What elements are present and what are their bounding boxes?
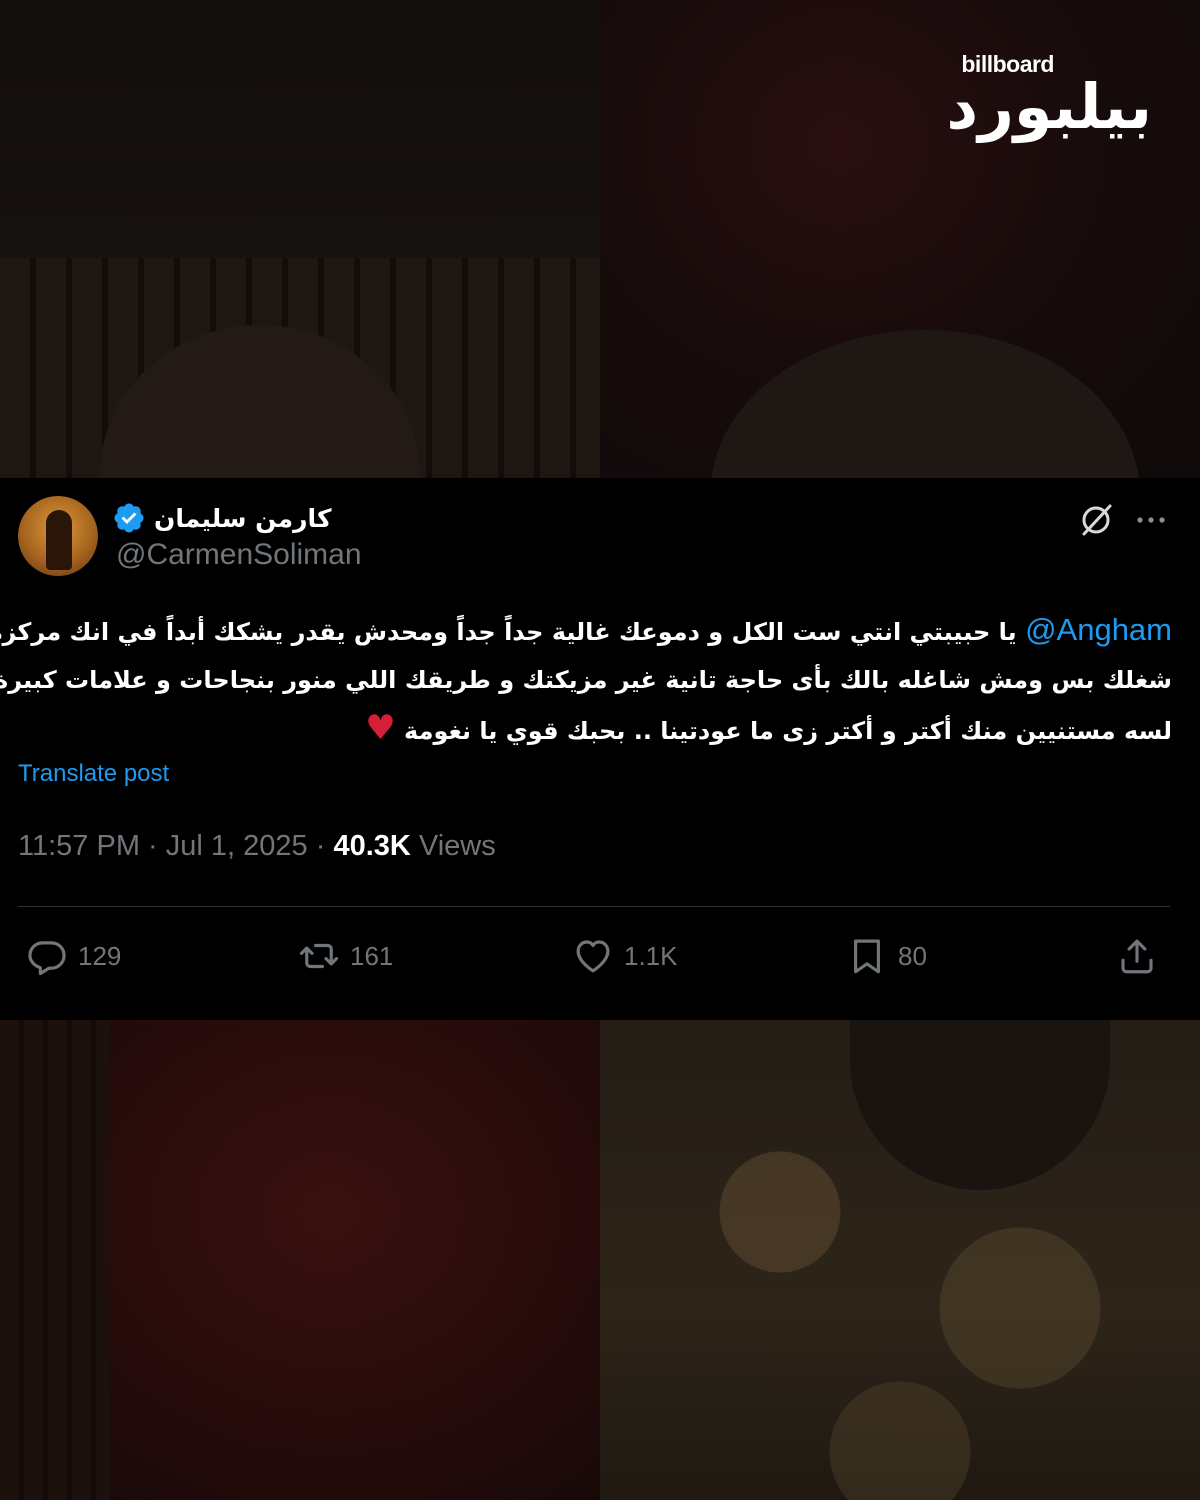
translate-post-link[interactable]: Translate post [18,760,169,788]
meta-separator: · [315,830,326,862]
mention-link[interactable]: @Angham [1025,612,1172,647]
tweet-text-line-1-content: يا حبيبتي انتي ست الكل و دموعك غالية جدا… [0,618,1017,646]
photo-top-left [0,0,600,625]
reply-button[interactable]: 129 [26,932,121,980]
tweet-text: @Angham يا حبيبتي انتي ست الكل و دموعك غ… [0,606,1172,755]
reply-count: 129 [78,940,122,971]
meta-separator: · [148,830,158,862]
tweet-date[interactable]: Jul 1, 2025 [166,830,308,862]
like-count: 1.1K [624,940,678,971]
tweet-text-line-3: لسه مستنيين منك أكتر و أكتر زى ما عودتين… [20,704,1172,755]
bookmark-icon [854,939,880,974]
author-handle[interactable]: @CarmenSoliman [116,538,362,572]
avatar[interactable] [18,496,98,576]
logo-arabic-text: بيلبورد [946,70,1154,143]
like-button[interactable]: 1.1K [572,932,678,980]
share-icon [1121,939,1153,974]
tweet-time[interactable]: 11:57 PM [18,830,140,862]
photo-bottom-right [600,1020,1200,1500]
reply-icon [28,941,66,976]
heart-icon [576,940,610,973]
grok-icon[interactable] [1076,500,1116,540]
tweet-text-line-3-content: لسه مستنيين منك أكتر و أكتر زى ما عودتين… [404,717,1172,745]
photo-bottom-left [0,1020,600,1500]
retweet-count: 161 [350,940,394,971]
share-button[interactable] [1116,932,1158,980]
bookmark-button[interactable]: 80 [846,932,927,980]
author-name-row[interactable]: كارمن سليمان [112,498,331,538]
tweet-metadata: 11:57 PM · Jul 1, 2025 · 40.3K Views [18,830,496,863]
verified-badge-icon [114,503,144,533]
retweet-button[interactable]: 161 [298,932,393,980]
heart-emoji-icon: ♥ [365,708,396,748]
views-label: Views [418,830,496,862]
more-icon[interactable] [1133,502,1169,538]
author-display-name[interactable]: كارمن سليمان [154,504,331,533]
tweet-text-line-1: @Angham يا حبيبتي انتي ست الكل و دموعك غ… [0,606,1172,656]
divider [18,906,1170,907]
bookmark-count: 80 [898,940,927,971]
retweet-icon [299,943,339,969]
billboard-arabia-logo: billboard بيلبورد [942,52,1154,143]
views-count: 40.3K [333,830,411,862]
tweet-text-line-2: شغلك بس ومش شاغله بالك بأى حاجة تانية غي… [0,666,1172,694]
